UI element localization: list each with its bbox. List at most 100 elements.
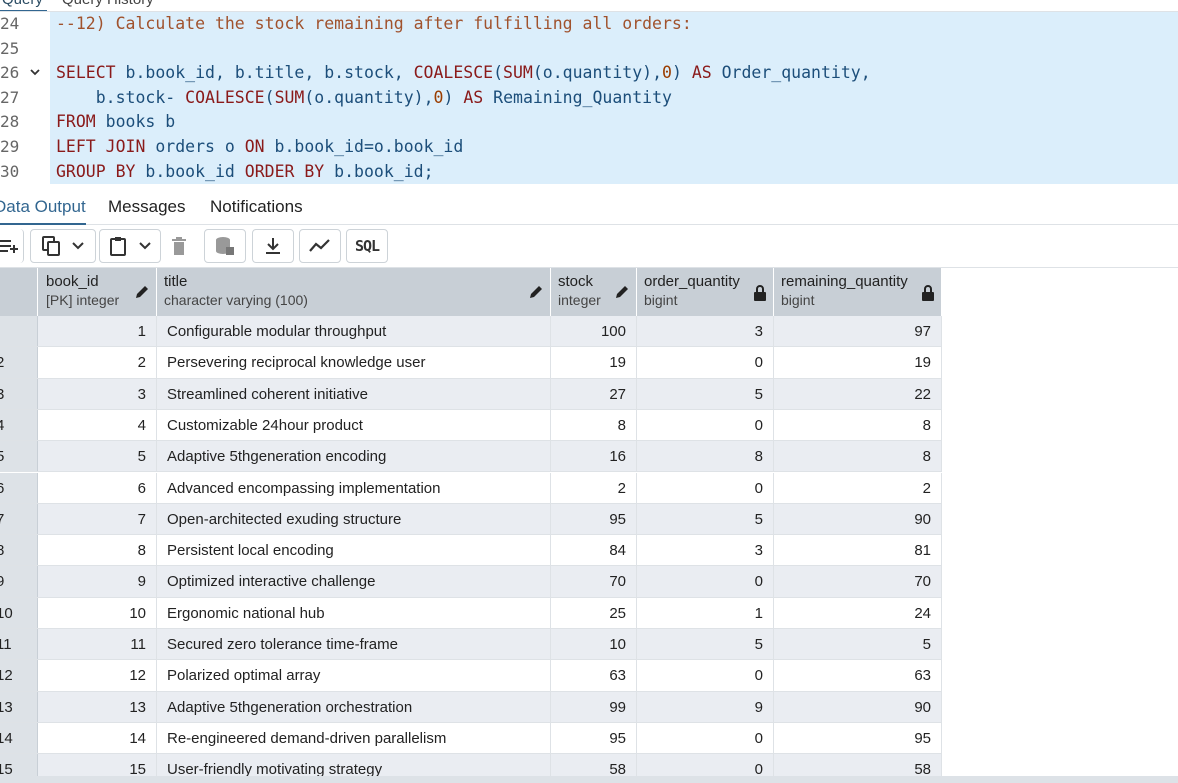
cell-title[interactable]: Persevering reciprocal knowledge user <box>157 347 551 378</box>
row-number[interactable]: 6 <box>0 472 38 503</box>
cell-order-quantity[interactable]: 0 <box>637 566 774 597</box>
code-line[interactable]: 29 LEFT JOIN orders o ON b.book_id=o.book… <box>0 135 1178 160</box>
cell-order-quantity[interactable]: 8 <box>637 441 774 472</box>
cell-title[interactable]: Configurable modular throughput <box>157 316 551 347</box>
tab-data-output[interactable]: Data Output <box>0 197 86 225</box>
tab-query-history[interactable]: Query History <box>62 0 154 8</box>
cell-remaining-quantity[interactable]: 5 <box>774 629 942 660</box>
cell-book-id[interactable]: 1 <box>39 316 157 347</box>
cell-book-id[interactable]: 8 <box>39 535 157 566</box>
cell-stock[interactable]: 2 <box>551 472 637 503</box>
code-line[interactable]: 30 GROUP BY b.book_id ORDER BY b.book_id; <box>0 159 1178 185</box>
row-number[interactable] <box>0 316 38 347</box>
table-row[interactable]: 22Persevering reciprocal knowledge user1… <box>0 347 942 379</box>
table-row[interactable]: 1 Configurable modular throughput 100 3 97 <box>0 316 942 348</box>
row-number[interactable]: 5 <box>0 441 38 472</box>
row-number[interactable]: 13 <box>0 691 38 722</box>
sql-button[interactable]: SQL <box>346 229 388 263</box>
download-button[interactable] <box>252 229 294 263</box>
cell-remaining-quantity[interactable]: 8 <box>774 409 942 441</box>
code-line[interactable]: 27 b.stock- COALESCE(SUM(o.quantity),0) … <box>0 85 1178 111</box>
row-number[interactable]: 4 <box>0 409 38 441</box>
cell-remaining-quantity[interactable]: 19 <box>774 347 942 378</box>
cell-title[interactable]: Advanced encompassing implementation <box>157 472 551 503</box>
row-number[interactable]: 11 <box>0 629 38 660</box>
cell-stock[interactable]: 63 <box>551 660 637 691</box>
cell-order-quantity[interactable]: 5 <box>637 503 774 535</box>
save-data-button[interactable] <box>204 229 246 263</box>
cell-title[interactable]: Persistent local encoding <box>157 535 551 566</box>
cell-stock[interactable]: 84 <box>551 535 637 566</box>
cell-remaining-quantity[interactable]: 97 <box>774 316 942 347</box>
row-number[interactable]: 8 <box>0 535 38 566</box>
table-row[interactable]: 33Streamlined coherent initiative27522 <box>0 378 942 410</box>
column-header-stock[interactable]: stock integer <box>551 268 637 316</box>
table-row[interactable]: 99Optimized interactive challenge70070 <box>0 566 942 598</box>
cell-stock[interactable]: 100 <box>551 316 637 347</box>
cell-order-quantity[interactable]: 0 <box>637 409 774 441</box>
cell-remaining-quantity[interactable]: 2 <box>774 472 942 503</box>
table-row[interactable]: 77Open-architected exuding structure9559… <box>0 503 942 536</box>
cell-book-id[interactable]: 11 <box>39 629 157 660</box>
cell-title[interactable]: Optimized interactive challenge <box>157 566 551 597</box>
cell-stock[interactable]: 10 <box>551 629 637 660</box>
horizontal-scrollbar[interactable] <box>0 776 1178 783</box>
column-header-title[interactable]: title character varying (100) <box>157 268 551 316</box>
cell-stock[interactable]: 8 <box>551 409 637 441</box>
row-number[interactable]: 7 <box>0 503 38 535</box>
cell-book-id[interactable]: 4 <box>39 409 157 441</box>
cell-title[interactable]: Customizable 24hour product <box>157 409 551 441</box>
table-row[interactable]: 1111Secured zero tolerance time-frame105… <box>0 629 942 661</box>
column-header-order-quantity[interactable]: order_quantity bigint <box>637 268 774 316</box>
cell-remaining-quantity[interactable]: 70 <box>774 566 942 597</box>
cell-stock[interactable]: 19 <box>551 347 637 378</box>
code-line[interactable]: 24 --12) Calculate the stock remaining af… <box>0 12 1178 37</box>
cell-title[interactable]: Open-architected exuding structure <box>157 503 551 535</box>
column-header-remaining-quantity[interactable]: remaining_quantity bigint <box>774 268 942 316</box>
cell-title[interactable]: Re-engineered demand-driven parallelism <box>157 722 551 754</box>
cell-stock[interactable]: 16 <box>551 441 637 472</box>
fold-chevron-icon[interactable] <box>30 61 40 86</box>
cell-order-quantity[interactable]: 9 <box>637 691 774 722</box>
copy-button[interactable] <box>30 229 96 263</box>
cell-order-quantity[interactable]: 5 <box>637 629 774 660</box>
cell-remaining-quantity[interactable]: 22 <box>774 378 942 409</box>
cell-title[interactable]: Polarized optimal array <box>157 660 551 691</box>
cell-title[interactable]: Streamlined coherent initiative <box>157 378 551 409</box>
cell-stock[interactable]: 95 <box>551 503 637 535</box>
cell-book-id[interactable]: 13 <box>39 691 157 722</box>
cell-title[interactable]: Adaptive 5thgeneration orchestration <box>157 691 551 722</box>
cell-book-id[interactable]: 5 <box>39 441 157 472</box>
cell-remaining-quantity[interactable]: 24 <box>774 597 942 628</box>
paste-button[interactable] <box>99 229 161 263</box>
cell-book-id[interactable]: 10 <box>39 597 157 628</box>
cell-order-quantity[interactable]: 0 <box>637 660 774 691</box>
cell-order-quantity[interactable]: 0 <box>637 722 774 754</box>
chevron-down-icon[interactable] <box>72 242 84 250</box>
cell-title[interactable]: Adaptive 5thgeneration encoding <box>157 441 551 472</box>
row-number[interactable]: 10 <box>0 597 38 628</box>
cell-order-quantity[interactable]: 0 <box>637 472 774 503</box>
tab-query[interactable]: Query <box>0 0 47 11</box>
code-line[interactable]: 26 SELECT b.book_id, b.title, b.stock, CO… <box>0 61 1178 86</box>
table-row[interactable]: 44Customizable 24hour product808 <box>0 409 942 442</box>
cell-order-quantity[interactable]: 1 <box>637 597 774 628</box>
code-line[interactable]: 28 FROM books b <box>0 110 1178 135</box>
tab-notifications[interactable]: Notifications <box>210 197 303 217</box>
column-header-book-id[interactable]: book_id [PK] integer <box>39 268 157 316</box>
delete-button[interactable] <box>164 229 194 263</box>
table-row[interactable]: 1414Re-engineered demand-driven parallel… <box>0 722 942 755</box>
cell-remaining-quantity[interactable]: 63 <box>774 660 942 691</box>
cell-stock[interactable]: 99 <box>551 691 637 722</box>
code-line[interactable]: 25 <box>0 36 1178 62</box>
row-number[interactable]: 12 <box>0 660 38 691</box>
chevron-down-icon[interactable] <box>139 242 151 250</box>
cell-book-id[interactable]: 9 <box>39 566 157 597</box>
tab-messages[interactable]: Messages <box>108 197 185 217</box>
cell-book-id[interactable]: 7 <box>39 503 157 535</box>
sql-editor[interactable]: 24 --12) Calculate the stock remaining af… <box>0 12 1178 188</box>
row-number[interactable]: 9 <box>0 566 38 597</box>
cell-title[interactable]: Ergonomic national hub <box>157 597 551 628</box>
row-number[interactable]: 14 <box>0 722 38 754</box>
table-row[interactable]: 1212Polarized optimal array63063 <box>0 660 942 692</box>
